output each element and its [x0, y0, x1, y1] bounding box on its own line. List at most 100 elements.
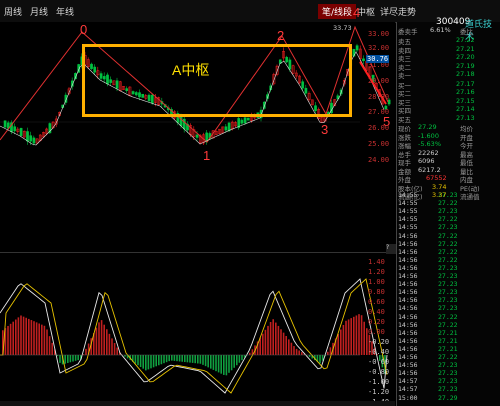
macd-bar: [111, 338, 113, 355]
stat-value: 6096: [418, 157, 435, 165]
macd-bar: [103, 324, 105, 355]
macd-bar: [95, 327, 98, 355]
tick-row: 14:55 27.22: [398, 215, 458, 224]
tick-time: 14:56: [398, 320, 418, 329]
tick-row: 14:57 27.23: [398, 377, 458, 385]
point-label-0: 0: [80, 22, 88, 37]
tick-time: 14:56: [398, 263, 418, 272]
candle-body: [246, 117, 250, 121]
macd-bar: [22, 316, 25, 355]
macd-bar: [340, 329, 342, 355]
stat-value: 27.29: [418, 123, 437, 131]
macd-bar: [163, 355, 165, 364]
ask-price: 27.18: [456, 70, 475, 78]
y-tick: 33.00: [368, 30, 390, 38]
tick-row: 14:56 27.21: [398, 337, 458, 345]
candle-body: [243, 117, 247, 124]
macd-bar: [199, 355, 202, 364]
macd-bar: [173, 355, 176, 361]
tab-detail-trend[interactable]: 详尽走势: [380, 5, 416, 18]
ask-price: 27.22: [456, 36, 475, 44]
macd-y-tick: 0.40: [368, 308, 385, 316]
ask-price: 27.21: [456, 44, 475, 53]
macd-bar: [350, 318, 352, 355]
macd-bar: [269, 322, 272, 355]
macd-bar: [197, 355, 199, 364]
macd-bar: [204, 355, 207, 367]
macd-bar: [106, 329, 108, 355]
candle-body: [362, 58, 365, 62]
tick-price: 27.22: [438, 247, 458, 256]
macd-bar: [108, 333, 111, 355]
macd-svg: [0, 278, 388, 394]
tab-weekly[interactable]: 周线: [4, 5, 22, 18]
macd-bar: [176, 355, 178, 362]
macd-y-tick: 1.40: [368, 258, 385, 266]
macd-bar: [77, 355, 79, 361]
macd-bar: [41, 324, 43, 355]
macd-chart[interactable]: [0, 252, 395, 403]
tick-row: 14:56 27.23: [398, 280, 458, 288]
tick-row: 14:55 27.23: [398, 223, 458, 232]
tick-price: 27.23: [438, 207, 458, 216]
y-tick: 32.00: [368, 44, 390, 52]
y-tick: 29.00: [368, 77, 390, 85]
candle-body: [26, 131, 29, 142]
macd-bar: [51, 342, 53, 355]
tick-price: 27.22: [438, 239, 458, 248]
macd-y-tick: 0.80: [368, 288, 385, 296]
tick-row: 14:56 27.22: [398, 313, 458, 321]
tick-time: 14:56: [398, 255, 418, 264]
macd-y-tick: 1.20: [368, 268, 385, 276]
macd-bar: [207, 355, 209, 368]
tab-monthly[interactable]: 月线: [30, 5, 48, 18]
tick-price: 27.23: [438, 272, 458, 280]
stat-value: -5.63%: [418, 140, 441, 148]
tick-price: 27.23: [438, 263, 458, 272]
capital-flag: 流通值: [460, 193, 480, 201]
candle-body: [240, 119, 244, 124]
macd-bar: [186, 355, 189, 363]
bid-price: 27.13: [456, 113, 475, 122]
macd-y-tick: -0.20: [368, 338, 390, 346]
macd-bar: [360, 315, 363, 355]
macd-bar: [210, 355, 212, 369]
tick-row: 14:56 27.21: [398, 329, 458, 337]
macd-bar: [290, 342, 293, 355]
tick-price: 27.21: [438, 328, 458, 337]
ask-label: 卖一: [398, 72, 411, 80]
tick-time: 14:55: [398, 215, 418, 224]
candle-body: [3, 120, 7, 128]
macd-bar: [293, 346, 295, 355]
tick-row: 14:56 27.23: [398, 272, 458, 280]
help-icon[interactable]: ?: [386, 244, 396, 254]
tick-row: 14:56 27.22: [398, 320, 458, 329]
macd-bar: [20, 315, 22, 355]
tab-yearly[interactable]: 年线: [56, 5, 74, 18]
tab-bi-segment[interactable]: 笔/线段: [318, 4, 357, 19]
tick-price: 27.22: [438, 215, 458, 224]
y-tick: 26.00: [368, 124, 390, 132]
macd-bar: [171, 355, 173, 361]
macd-bar: [139, 355, 142, 367]
macd-bar: [282, 332, 285, 355]
current-price-tag: 30.76: [366, 55, 390, 63]
macd-bar: [233, 355, 235, 368]
tick-time: 14:56: [398, 344, 418, 353]
macd-bar: [308, 355, 311, 357]
tick-time: 14:55: [398, 223, 418, 232]
candle-body: [179, 116, 183, 126]
tick-row: 14:56 27.22: [398, 232, 458, 240]
macd-y-tick: 0.00: [368, 328, 385, 336]
macd-bar: [298, 350, 300, 355]
tick-price: 27.22: [438, 312, 458, 321]
tick-price: 27.23: [438, 304, 458, 313]
macd-bar: [295, 348, 298, 355]
macd-bar: [15, 319, 17, 355]
macd-y-tick: 1.00: [368, 278, 385, 286]
macd-bar: [230, 355, 233, 371]
capital-value: 3.74: [432, 182, 447, 191]
tick-time: 14:56: [398, 247, 418, 256]
macd-bar: [85, 348, 87, 355]
macd-bar: [363, 321, 365, 355]
